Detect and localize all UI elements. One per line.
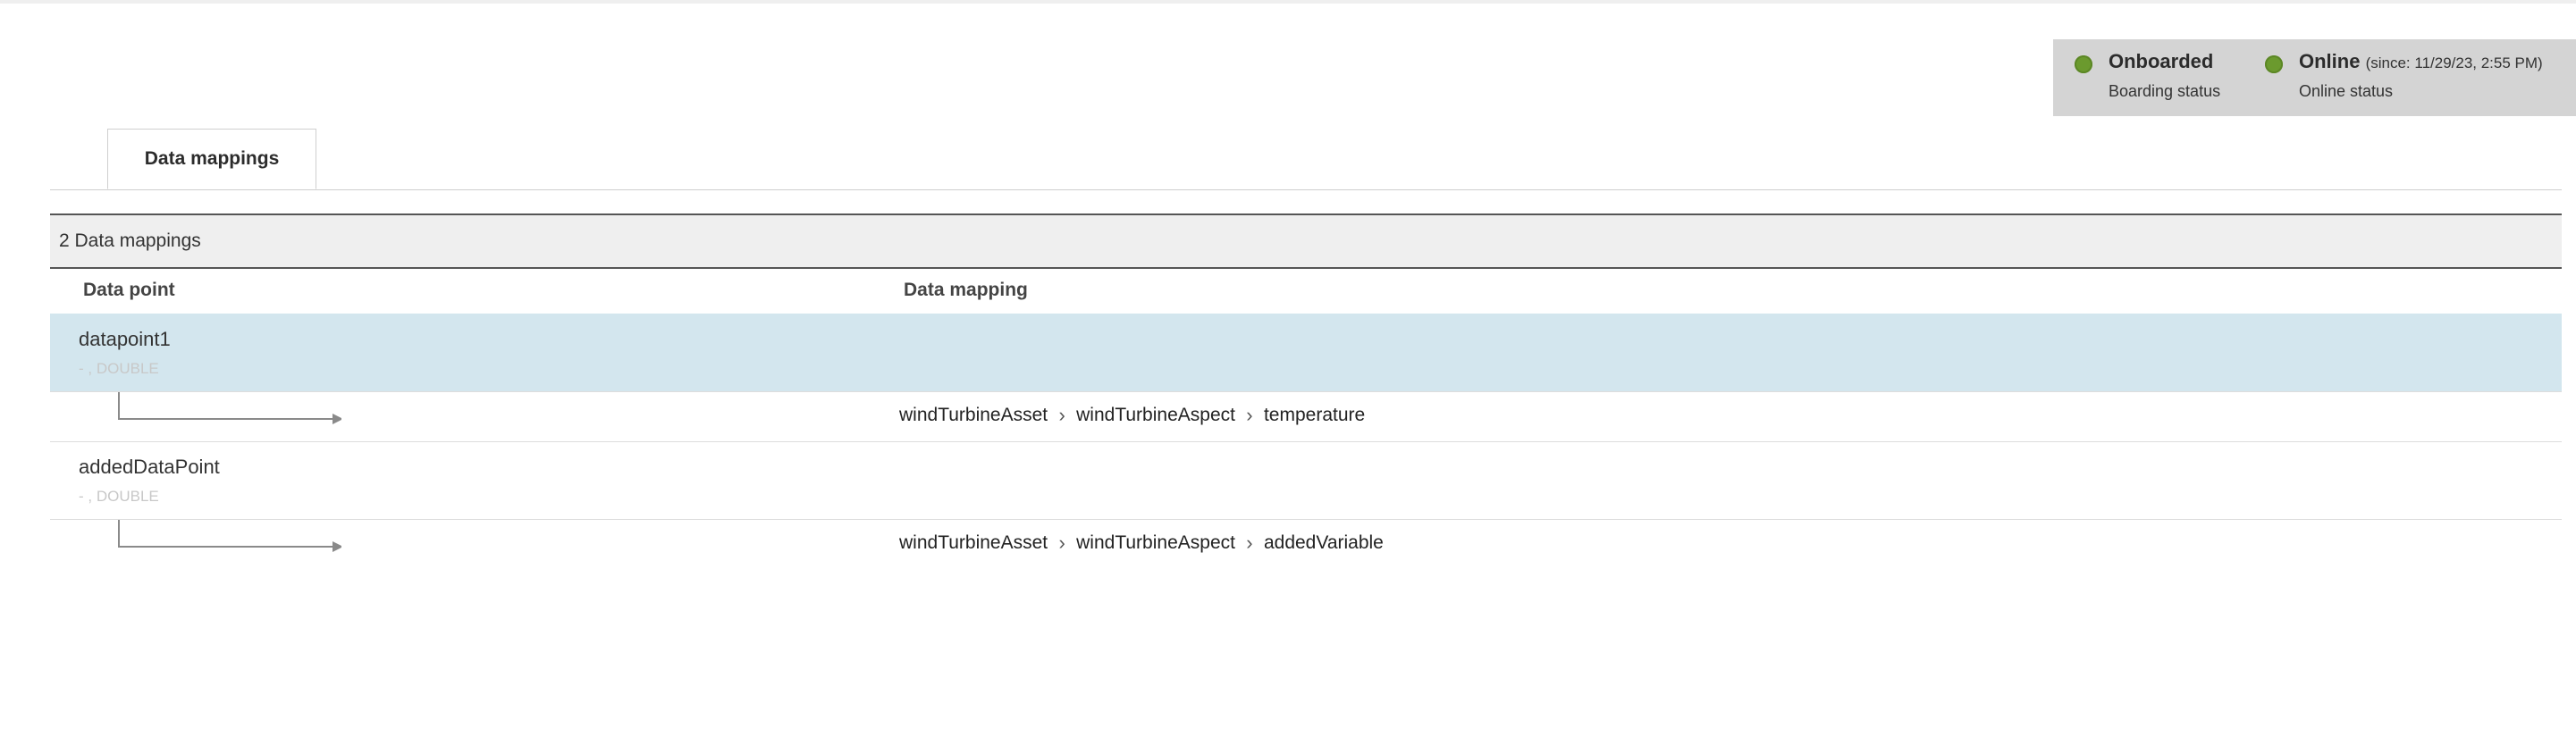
arrow-connector-icon — [118, 520, 341, 552]
chevron-right-icon: › — [1058, 404, 1065, 426]
data-point-name: datapoint1 — [79, 328, 171, 350]
data-point-type: - , DOUBLE — [79, 360, 159, 377]
mapping-path: windTurbineAsset › windTurbineAspect › t… — [899, 404, 1365, 427]
mapping-aspect[interactable]: windTurbineAspect — [1076, 532, 1235, 554]
mapping-asset[interactable]: windTurbineAsset — [899, 405, 1048, 426]
arrow-connector-icon — [118, 392, 341, 424]
chevron-right-icon: › — [1246, 532, 1253, 554]
status-panel: Onboarded Boarding status Online (since:… — [2053, 39, 2576, 116]
mapping-row: windTurbineAsset › windTurbineAspect › a… — [50, 520, 2562, 570]
mapping-count: 2 Data mappings — [59, 230, 201, 251]
mapping-asset[interactable]: windTurbineAsset — [899, 532, 1048, 554]
chevron-right-icon: › — [1058, 532, 1065, 554]
mapping-variable[interactable]: addedVariable — [1264, 532, 1384, 554]
tab-bar-line — [50, 189, 2562, 190]
status-dot-icon — [2075, 55, 2092, 73]
data-point-type: - , DOUBLE — [79, 488, 159, 505]
top-border — [0, 0, 2576, 4]
tab-data-mappings[interactable]: Data mappings — [107, 129, 316, 189]
mapping-aspect[interactable]: windTurbineAspect — [1076, 405, 1235, 426]
data-point-name: addedDataPoint — [79, 456, 220, 478]
table-count-bar: 2 Data mappings — [50, 213, 2562, 269]
table-row[interactable]: datapoint1 - , DOUBLE — [50, 314, 2562, 392]
onboarded-title: Onboarded — [2109, 50, 2214, 72]
column-header-data-point[interactable]: Data point — [83, 280, 175, 301]
table-row[interactable]: addedDataPoint - , DOUBLE — [50, 441, 2562, 520]
onboarded-subtitle: Boarding status — [2109, 82, 2221, 100]
mapping-row: windTurbineAsset › windTurbineAspect › t… — [50, 392, 2562, 442]
online-title: Online (since: 11/29/23, 2:55 PM) — [2299, 50, 2543, 73]
online-subtitle: Online status — [2299, 82, 2394, 100]
status-dot-icon — [2265, 55, 2283, 73]
chevron-right-icon: › — [1246, 404, 1253, 426]
mapping-variable[interactable]: temperature — [1264, 405, 1365, 426]
online-since: (since: 11/29/23, 2:55 PM) — [2365, 54, 2543, 71]
column-header-data-mapping[interactable]: Data mapping — [904, 280, 1028, 301]
mapping-path: windTurbineAsset › windTurbineAspect › a… — [899, 532, 1384, 555]
online-title-text: Online — [2299, 50, 2361, 72]
